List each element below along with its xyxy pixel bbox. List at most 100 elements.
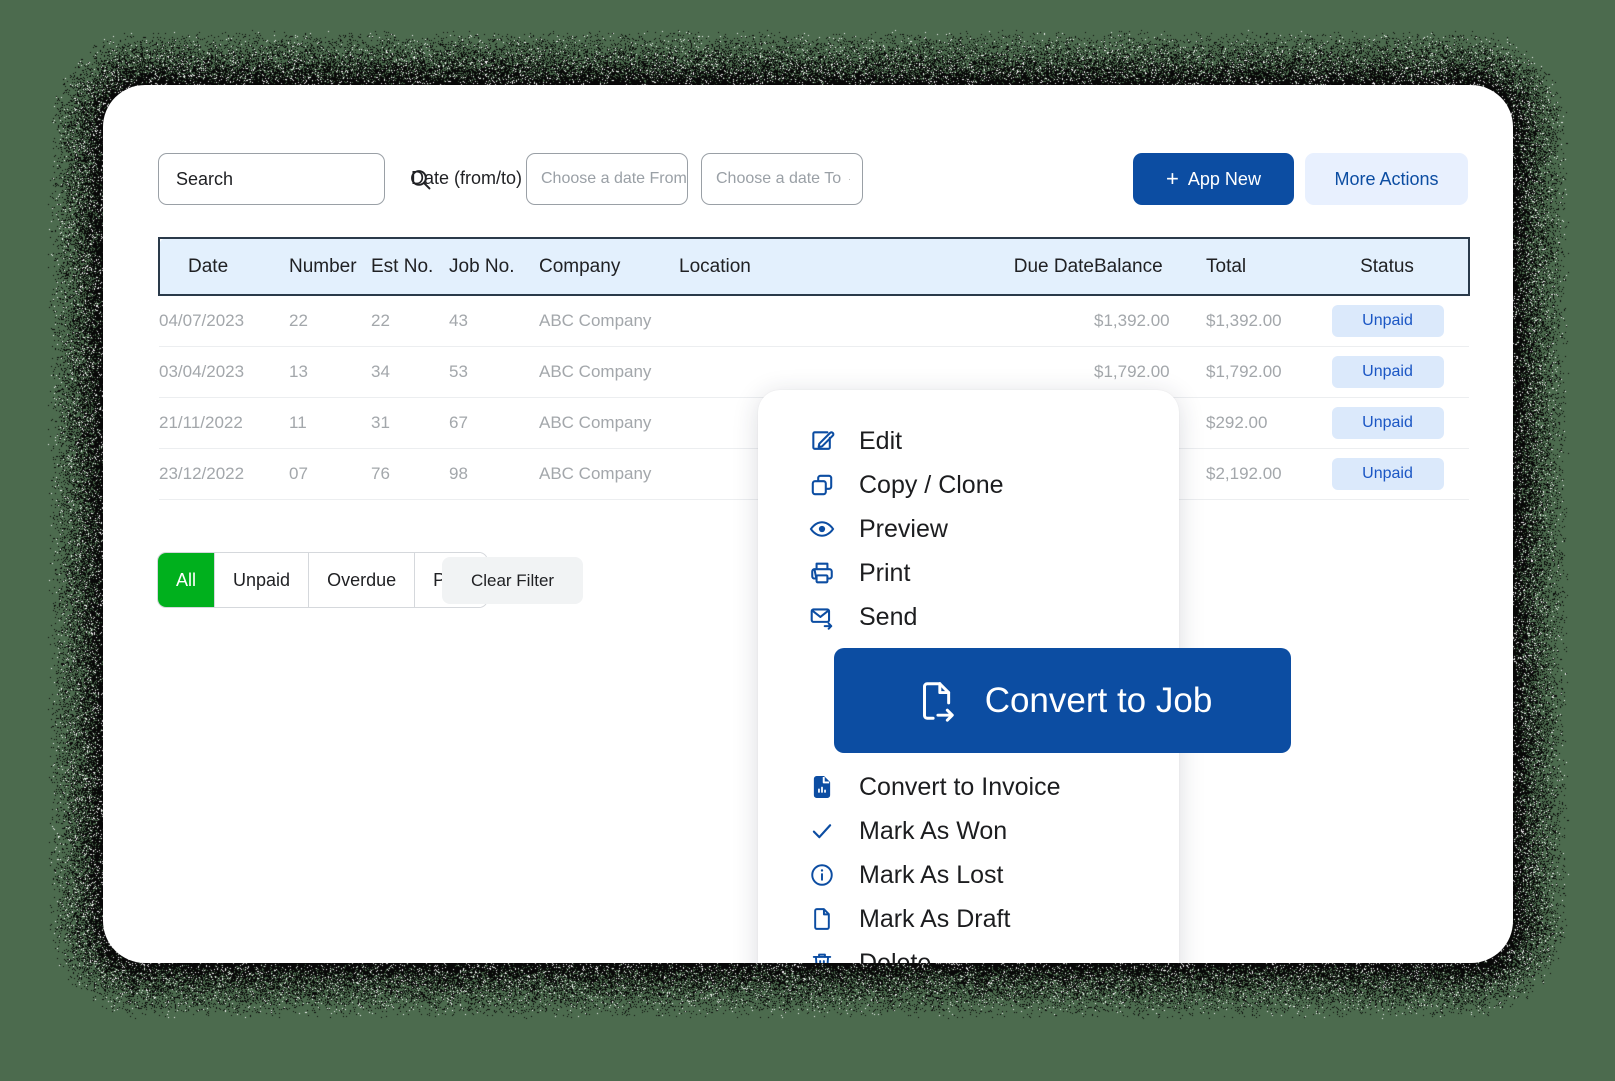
cell-job-no: 43 (449, 295, 539, 346)
column-header-status[interactable]: Status (1306, 238, 1469, 295)
column-header-date[interactable]: Date (159, 238, 289, 295)
cell-est-no: 31 (371, 397, 449, 448)
edit-pencil-icon (807, 428, 837, 454)
cell-total: $292.00 (1206, 397, 1306, 448)
document-icon (807, 906, 837, 932)
menu-item-label: Mark As Draft (859, 905, 1010, 934)
date-from-input[interactable]: Choose a date From (526, 153, 688, 205)
filter-bar: AllUnpaidOverduePaid Clear Filter (158, 553, 487, 607)
column-header-total[interactable]: Total (1206, 238, 1306, 295)
cell-company: ABC Company (539, 346, 679, 397)
add-new-button[interactable]: + App New (1133, 153, 1294, 205)
document-chart-icon (807, 774, 837, 800)
cell-status: Unpaid (1306, 346, 1469, 397)
date-range-label: Date (from/to) (411, 168, 522, 189)
envelope-send-icon (807, 604, 837, 630)
column-header-location[interactable]: Location (679, 238, 964, 295)
toolbar: Date (from/to) Choose a date From Choose… (158, 153, 1468, 209)
cell-balance: $1,392.00 (1094, 295, 1206, 346)
menu-item-mark-as-draft[interactable]: Mark As Draft (758, 897, 1179, 941)
column-header-balance[interactable]: Balance (1094, 238, 1206, 295)
cell-date: 21/11/2022 (159, 397, 289, 448)
menu-item-label: Edit (859, 427, 902, 456)
menu-item-delete[interactable]: Delete (758, 941, 1179, 963)
date-to-input[interactable]: Choose a date To (701, 153, 863, 205)
menu-item-edit[interactable]: Edit (758, 419, 1179, 463)
cell-date: 23/12/2022 (159, 448, 289, 499)
table-row[interactable]: 04/07/2023 22 22 43 ABC Company $1,392.00 $1,3… (159, 295, 1469, 346)
filter-unpaid-button[interactable]: Unpaid (215, 553, 309, 607)
clear-filter-button[interactable]: Clear Filter (442, 557, 583, 604)
cell-job-no: 53 (449, 346, 539, 397)
plus-icon: + (1166, 168, 1179, 190)
date-to-placeholder: Choose a date To (716, 170, 841, 188)
cell-total: $2,192.00 (1206, 448, 1306, 499)
cell-total: $1,792.00 (1206, 346, 1306, 397)
table-header-row: Date Number Est No. Job No. Company Loca… (159, 238, 1469, 295)
cell-status: Unpaid (1306, 448, 1469, 499)
cell-company: ABC Company (539, 397, 679, 448)
menu-item-print[interactable]: Print (758, 551, 1179, 595)
cell-date: 04/07/2023 (159, 295, 289, 346)
cell-due-date (964, 295, 1094, 346)
search-box[interactable] (158, 153, 385, 205)
column-header-company[interactable]: Company (539, 238, 679, 295)
status-filter-group: AllUnpaidOverduePaid (158, 553, 487, 607)
cell-company: ABC Company (539, 448, 679, 499)
column-header-due-date[interactable]: Due Date (964, 238, 1094, 295)
menu-item-send[interactable]: Send (758, 595, 1179, 639)
cell-date: 03/04/2023 (159, 346, 289, 397)
status-badge: Unpaid (1332, 407, 1444, 439)
cell-status: Unpaid (1306, 397, 1469, 448)
app-card: Date (from/to) Choose a date From Choose… (103, 85, 1513, 963)
column-header-est-no[interactable]: Est No. (371, 238, 449, 295)
cell-est-no: 22 (371, 295, 449, 346)
copy-icon (807, 472, 837, 498)
cell-total: $1,392.00 (1206, 295, 1306, 346)
menu-item-mark-as-lost[interactable]: Mark As Lost (758, 853, 1179, 897)
cell-number: 07 (289, 448, 371, 499)
printer-icon (807, 560, 837, 586)
table-header: Date Number Est No. Job No. Company Loca… (159, 238, 1469, 295)
filter-all-button[interactable]: All (158, 553, 215, 607)
status-badge: Unpaid (1332, 458, 1444, 490)
menu-item-label: Mark As Won (859, 817, 1007, 846)
menu-item-label: Delete (859, 949, 931, 964)
filter-overdue-button[interactable]: Overdue (309, 553, 415, 607)
menu-item-label: Print (859, 559, 910, 588)
cell-location (679, 295, 964, 346)
date-from-placeholder: Choose a date From (541, 170, 687, 188)
search-input[interactable] (159, 169, 408, 190)
cell-job-no: 67 (449, 397, 539, 448)
convert-to-job-label: Convert to Job (985, 681, 1213, 721)
menu-item-label: Mark As Lost (859, 861, 1004, 890)
column-header-number[interactable]: Number (289, 238, 371, 295)
trash-icon (807, 950, 837, 963)
cell-job-no: 98 (449, 448, 539, 499)
cell-number: 22 (289, 295, 371, 346)
menu-item-label: Preview (859, 515, 948, 544)
cell-company: ABC Company (539, 295, 679, 346)
menu-item-copy-clone[interactable]: Copy / Clone (758, 463, 1179, 507)
add-new-label: App New (1188, 169, 1261, 190)
cell-number: 13 (289, 346, 371, 397)
eye-icon (807, 516, 837, 542)
status-badge: Unpaid (1332, 305, 1444, 337)
cell-number: 11 (289, 397, 371, 448)
menu-item-mark-as-won[interactable]: Mark As Won (758, 809, 1179, 853)
check-icon (807, 818, 837, 844)
cell-est-no: 34 (371, 346, 449, 397)
menu-item-label: Send (859, 603, 917, 632)
cell-status: Unpaid (1306, 295, 1469, 346)
status-badge: Unpaid (1332, 356, 1444, 388)
calendar-icon (849, 169, 850, 190)
more-actions-button[interactable]: More Actions (1305, 153, 1468, 205)
menu-item-convert-to-invoice[interactable]: Convert to Invoice (758, 765, 1179, 809)
column-header-job-no[interactable]: Job No. (449, 238, 539, 295)
convert-to-job-button[interactable]: Convert to Job (834, 648, 1291, 753)
menu-item-label: Copy / Clone (859, 471, 1004, 500)
cell-est-no: 76 (371, 448, 449, 499)
row-actions-menu: Edit Copy / Clone Preview Print Send Con… (758, 390, 1179, 963)
menu-item-preview[interactable]: Preview (758, 507, 1179, 551)
document-arrow-icon (913, 678, 959, 724)
